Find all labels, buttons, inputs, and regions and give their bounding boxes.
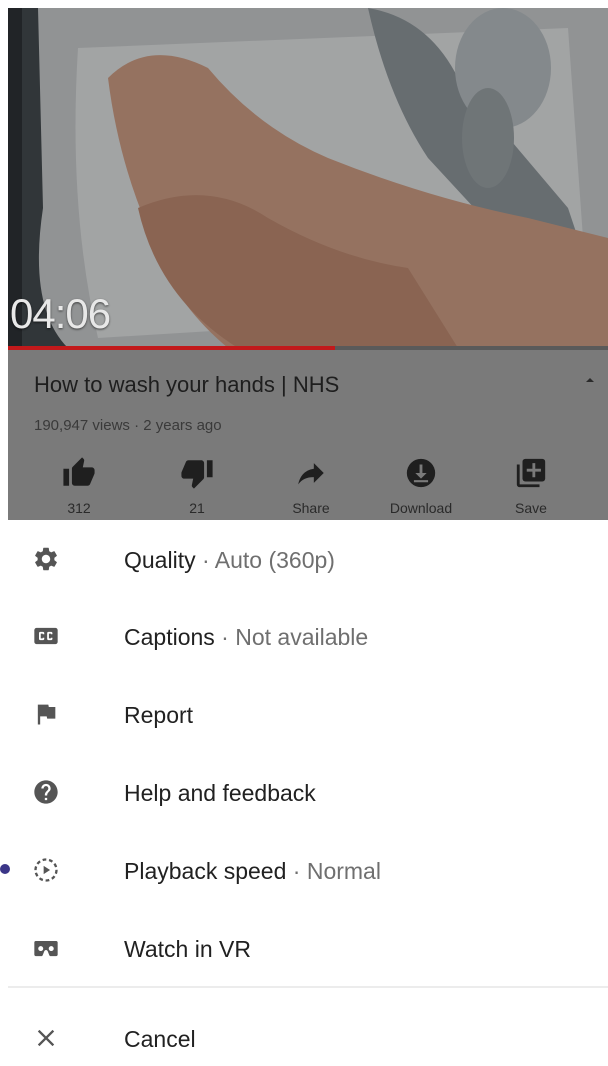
playback-speed-icon	[34, 858, 58, 882]
save-label: Save	[515, 500, 547, 516]
options-bottom-sheet: Quality · Auto (360p) Captions · Not ava…	[8, 520, 608, 1052]
video-player[interactable]: 04:06	[8, 8, 608, 348]
menu-item-label: Playback speed · Normal	[124, 858, 381, 884]
menu-item-label: Cancel	[124, 1026, 196, 1052]
close-icon	[37, 1029, 55, 1047]
thumbs-up-icon	[63, 457, 95, 486]
menu-item-label: Watch in VR	[124, 936, 251, 962]
menu-item-label: Report	[124, 702, 194, 728]
menu-item-cancel[interactable]: Cancel	[8, 1010, 608, 1066]
dislike-count: 21	[189, 500, 205, 516]
playlist-add-icon	[516, 458, 546, 488]
download-label: Download	[389, 500, 453, 516]
thumbs-down-icon	[181, 460, 213, 489]
save-button[interactable]: Save	[476, 454, 586, 520]
download-button[interactable]: Download	[366, 454, 476, 520]
share-label: Share	[292, 500, 330, 516]
video-meta: 190,947 views · 2 years ago	[34, 417, 222, 434]
menu-item-quality[interactable]: Quality · Auto (360p)	[8, 531, 608, 587]
touch-indicator	[0, 864, 10, 874]
menu-item-label: Captions · Not available	[124, 624, 369, 650]
closed-captions-icon	[34, 627, 58, 645]
video-title: How to wash your hands | NHS	[34, 372, 340, 397]
collapse-arrow-icon[interactable]	[582, 372, 598, 388]
menu-item-playback-speed[interactable]: Playback speed · Normal	[8, 842, 608, 898]
download-icon	[406, 458, 436, 488]
share-button[interactable]: Share	[256, 454, 366, 520]
menu-item-captions[interactable]: Captions · Not available	[8, 608, 608, 664]
dislike-button[interactable]: 21	[142, 454, 252, 520]
vr-headset-icon	[34, 941, 58, 957]
help-icon	[34, 780, 58, 804]
video-info-panel: How to wash your hands | NHS 190,947 vie…	[8, 350, 608, 520]
menu-item-watch-vr[interactable]: Watch in VR	[8, 920, 608, 976]
flag-icon	[37, 704, 56, 725]
action-bar: 312 21 Share Download Save	[8, 454, 608, 520]
menu-item-report[interactable]: Report	[8, 686, 608, 742]
menu-divider	[8, 986, 608, 988]
like-count: 312	[67, 500, 91, 516]
video-timestamp: 04:06	[10, 290, 111, 337]
like-button[interactable]: 312	[24, 454, 134, 520]
gear-icon	[35, 547, 57, 571]
menu-item-label: Help and feedback	[124, 780, 316, 806]
menu-item-help[interactable]: Help and feedback	[8, 764, 608, 820]
share-icon	[298, 463, 324, 485]
menu-item-label: Quality · Auto (360p)	[124, 547, 335, 573]
